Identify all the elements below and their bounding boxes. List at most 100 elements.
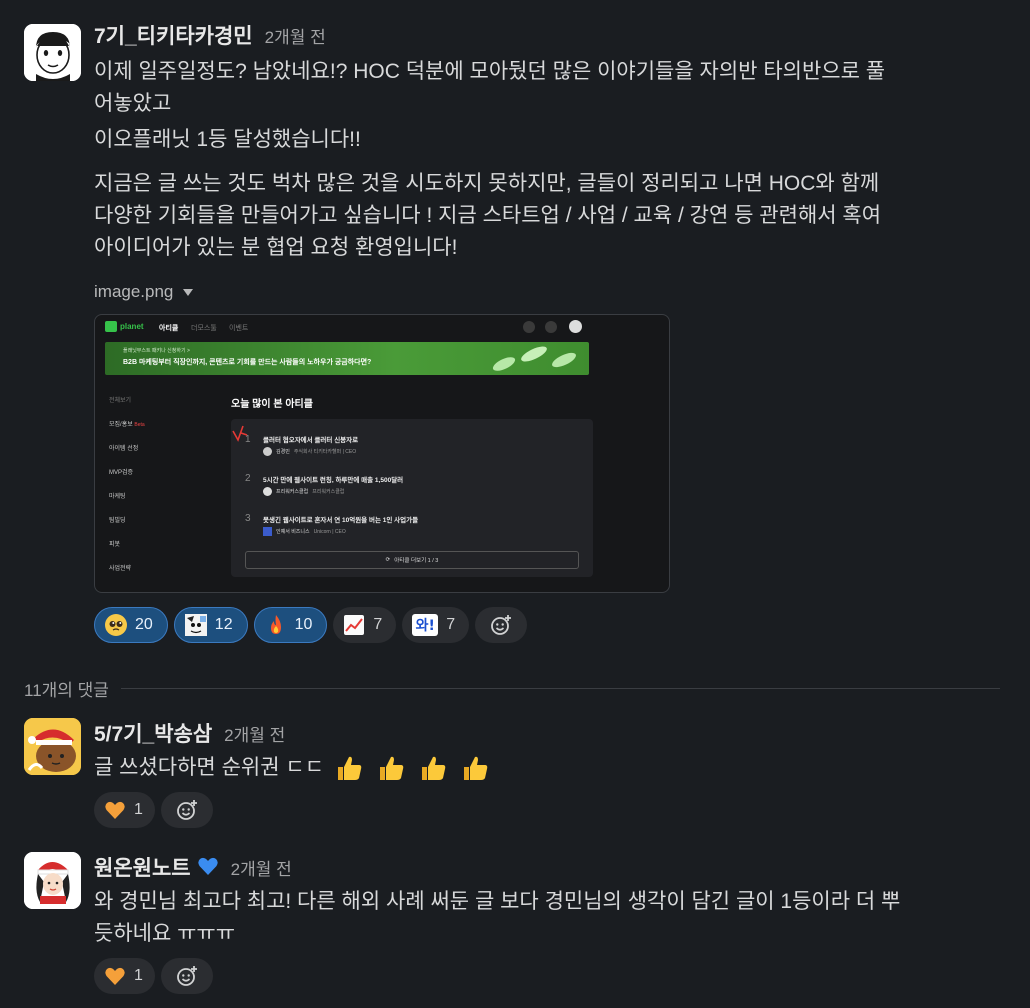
fire-icon bbox=[265, 614, 287, 636]
timestamp[interactable]: 2개월 전 bbox=[224, 721, 285, 746]
thumbs-up-icons bbox=[328, 752, 490, 784]
rank-number: 2 bbox=[245, 473, 251, 484]
message-line: 이제 일주일정도? 남았네요!? HOC 덕분에 모아뒀던 많은 이야기들을 자… bbox=[94, 60, 886, 83]
sidebar-item[interactable]: 사업전략 bbox=[109, 563, 145, 587]
thumbs-up-icon bbox=[379, 757, 404, 781]
message-text: 이제 일주일정도? 남았네요!? HOC 덕분에 모아뒀던 많은 이야기들을 자… bbox=[94, 56, 1006, 264]
avatar[interactable] bbox=[24, 24, 81, 81]
add-reaction-button[interactable] bbox=[160, 792, 213, 828]
article-meta: 프리워커스클럽 프리워커스클럽 bbox=[263, 487, 344, 496]
sidebar-item[interactable]: 모집/홍보 Beta bbox=[109, 419, 145, 443]
article-title[interactable]: 5시간 만에 웹사이트 런칭, 하루만에 매출 1,500달러 bbox=[263, 474, 403, 484]
divider-line bbox=[120, 687, 1000, 689]
thumbs-up-icon bbox=[463, 757, 487, 781]
timestamp[interactable]: 2개월 전 bbox=[265, 23, 326, 48]
reactions-bar: 1 bbox=[94, 792, 1006, 828]
file-header[interactable]: image.png bbox=[94, 282, 1006, 302]
reaction-pleading-face[interactable]: 20 bbox=[94, 607, 168, 643]
bell-icon[interactable] bbox=[545, 321, 557, 333]
message-line: 듯하네요 ㅠㅠㅠ bbox=[94, 922, 236, 945]
reaction-fire[interactable]: 10 bbox=[253, 607, 328, 643]
sidebar-item[interactable]: MVP검증 bbox=[109, 467, 145, 491]
screenshot-sidebar: 전체보기 모집/홍보 Beta 아이템 선정 MVP검증 마케팅 팀빌딩 피봇 … bbox=[109, 395, 145, 587]
author-name[interactable]: 원온원노트 bbox=[94, 852, 191, 882]
reaction-count: 7 bbox=[373, 616, 383, 633]
article-meta: 인예서 비즈니스 Unicorn | CEO bbox=[263, 527, 346, 536]
logo-mark-icon bbox=[105, 321, 117, 332]
reaction-count: 1 bbox=[134, 967, 143, 984]
article-title[interactable]: 못생긴 웹사이트로 혼자서 연 10억원을 버는 1인 사업가들 bbox=[263, 514, 418, 524]
screenshot-topbar: planet 아티클 더모스툴 이벤트 bbox=[95, 315, 669, 339]
reaction-count: 1 bbox=[134, 801, 143, 818]
wow-icon: 와! bbox=[412, 614, 439, 636]
reaction-count: 12 bbox=[214, 616, 233, 633]
banner-text: B2B 마케팅부터 직장인까지, 콘텐츠로 기회를 만드는 사람들의 노하우가 … bbox=[123, 359, 372, 366]
message-line: 지금은 글 쓰는 것도 벅차 많은 것을 시도하지 못하지만, 글들이 정리되고… bbox=[94, 172, 880, 195]
reaction-orange-heart[interactable]: 1 bbox=[94, 958, 155, 994]
message-paragraph: 지금은 글 쓰는 것도 벅차 많은 것을 시도하지 못하지만, 글들이 정리되고… bbox=[94, 168, 1006, 264]
banner-small-text: 플래닛부스트 패키나 신청하기 > bbox=[123, 348, 190, 354]
screenshot-banner[interactable]: 플래닛부스트 패키나 신청하기 > B2B 마케팅부터 직장인까지, 콘텐츠로 … bbox=[105, 342, 589, 375]
add-emoji-icon bbox=[491, 615, 512, 635]
sidebar-item[interactable]: 마케팅 bbox=[109, 491, 145, 515]
reactions-bar: 20 12 10 7 와! 7 bbox=[94, 607, 1006, 643]
rank-number: 3 bbox=[245, 513, 251, 524]
message-line: 어놓았고 bbox=[94, 92, 172, 115]
attached-image[interactable]: planet 아티클 더모스툴 이벤트 플래닛부스트 패키나 신청하기 > B2… bbox=[94, 314, 670, 593]
refresh-icon: ⟳ bbox=[385, 557, 391, 563]
edit-icon[interactable] bbox=[523, 321, 535, 333]
blue-heart-icon bbox=[197, 857, 218, 875]
avatar bbox=[263, 487, 272, 496]
reply-count[interactable]: 11개의 댓글 bbox=[24, 676, 109, 701]
pleading-face-icon bbox=[105, 614, 127, 636]
sidebar-item[interactable]: 아이템 선정 bbox=[109, 443, 145, 467]
orange-heart-icon bbox=[105, 967, 125, 985]
message-text: 글 쓰셨다하면 순위권 ㄷㄷ bbox=[94, 752, 1006, 784]
sidebar-item[interactable]: 전체보기 bbox=[109, 395, 145, 419]
author-name[interactable]: 5/7기_박송삼 bbox=[94, 718, 212, 748]
handwritten-check-icon bbox=[232, 425, 248, 442]
article-list: 1 클러터 협오자에서 클러터 신봉자로 김경민 주식회사 티키타카헬퍼 | C… bbox=[231, 419, 593, 577]
chevron-down-icon[interactable] bbox=[183, 288, 194, 296]
file-name[interactable]: image.png bbox=[94, 282, 173, 302]
sidebar-item[interactable]: 팀빌딩 bbox=[109, 515, 145, 539]
thumbs-up-icon bbox=[338, 757, 362, 781]
section-title: 오늘 많이 본 아티클 bbox=[231, 399, 313, 410]
avatar[interactable] bbox=[24, 852, 81, 909]
planet-logo: planet bbox=[105, 321, 144, 332]
message-line: 다양한 기회들을 만들어가고 싶습니다 ! 지금 스타트업 / 사업 / 교육 … bbox=[94, 204, 882, 227]
message-text: 와 경민님 최고다 최고! 다른 해외 사례 써둔 글 보다 경민님의 생각이 … bbox=[94, 886, 1006, 950]
message-line: 아이디어가 있는 분 협업 요청 환영입니다! bbox=[94, 236, 458, 259]
reaction-wow[interactable]: 와! 7 bbox=[402, 607, 470, 643]
reaction-custom-face[interactable]: 12 bbox=[173, 607, 248, 643]
add-reaction-button[interactable] bbox=[160, 958, 213, 994]
reaction-orange-heart[interactable]: 1 bbox=[94, 792, 155, 828]
add-reaction-button[interactable] bbox=[475, 607, 528, 643]
reaction-count: 7 bbox=[446, 616, 456, 633]
avatar bbox=[263, 527, 272, 536]
message-line: 이오플래닛 1등 달성했습니다!! bbox=[94, 128, 361, 151]
avatar bbox=[263, 447, 272, 456]
nav-item-events[interactable]: 이벤트 bbox=[229, 323, 248, 333]
article-title[interactable]: 클러터 협오자에서 클러터 신봉자로 bbox=[263, 434, 358, 444]
add-emoji-icon bbox=[177, 966, 197, 986]
reaction-chart-up[interactable]: 7 bbox=[333, 607, 397, 643]
timestamp[interactable]: 2개월 전 bbox=[231, 855, 292, 880]
nav-item-tools[interactable]: 더모스툴 bbox=[191, 323, 217, 333]
chart-up-icon bbox=[343, 614, 365, 636]
nav-item-article[interactable]: 아티클 bbox=[159, 323, 178, 333]
avatar[interactable] bbox=[24, 718, 81, 775]
reaction-count: 10 bbox=[294, 616, 313, 633]
message-line: 와 경민님 최고다 최고! 다른 해외 사례 써둔 글 보다 경민님의 생각이 … bbox=[94, 890, 901, 913]
orange-heart-icon bbox=[105, 801, 125, 819]
profile-icon[interactable] bbox=[569, 320, 582, 333]
rocket-illustration bbox=[492, 346, 576, 371]
article-meta: 김경민 주식회사 티키타카헬퍼 | CEO bbox=[263, 447, 356, 456]
sidebar-item[interactable]: 피봇 bbox=[109, 539, 145, 563]
add-emoji-icon bbox=[177, 800, 197, 820]
thumbs-up-icon bbox=[421, 757, 445, 781]
custom-face-icon bbox=[184, 614, 207, 636]
author-name[interactable]: 7기_티키타카경민 bbox=[94, 20, 253, 50]
more-articles-button[interactable]: ⟳ 아티클 더보기 1 / 3 bbox=[245, 551, 579, 569]
reactions-bar: 1 bbox=[94, 958, 1006, 994]
